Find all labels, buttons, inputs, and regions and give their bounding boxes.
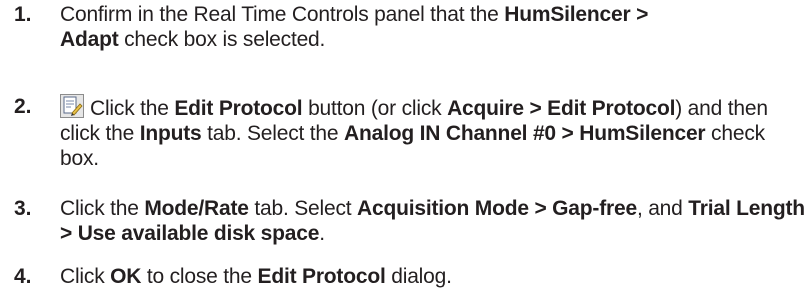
step-number: 1. — [14, 3, 32, 26]
step-text: Confirm in the Real Time Controls panel … — [60, 2, 660, 52]
step-text-run: . — [319, 222, 325, 245]
ui-path: Acquire > Edit Protocol — [447, 97, 676, 120]
step-number: 2. — [14, 95, 32, 118]
ui-path: Analog IN Channel #0 > HumSilencer — [344, 122, 706, 145]
edit-protocol-icon — [60, 94, 84, 118]
step-text-run: , and — [636, 197, 689, 220]
step-text: Click OK to close the Edit Protocol dial… — [60, 264, 780, 289]
ui-label: OK — [110, 265, 142, 288]
ui-path: Acquisition Mode > Gap-free — [357, 197, 637, 220]
step-text-run: Click the — [90, 97, 175, 120]
step-text-run: Confirm in the Real Time Controls panel … — [60, 3, 505, 26]
ui-label: Mode/Rate — [144, 197, 249, 220]
step-number: 3. — [14, 197, 32, 220]
ui-label: Edit Protocol — [257, 265, 386, 288]
step-number: 4. — [14, 265, 32, 288]
ui-label: Inputs — [139, 122, 202, 145]
step-text-run: Click the — [60, 197, 145, 220]
ui-label: Edit Protocol — [174, 97, 303, 120]
step-text-run: check box is selected. — [118, 28, 326, 51]
step-text-run: tab. Select the — [201, 122, 345, 145]
step-text: Click the Mode/Rate tab. Select Acquisit… — [60, 196, 806, 246]
step-text-run: dialog. — [385, 265, 452, 288]
step-text: Click the Edit Protocol button (or click… — [60, 94, 780, 171]
step-text-run: Click — [60, 265, 111, 288]
step-text-run: to close the — [141, 265, 258, 288]
step-text-run: button (or click — [302, 97, 448, 120]
step-text-run: tab. Select — [248, 197, 358, 220]
